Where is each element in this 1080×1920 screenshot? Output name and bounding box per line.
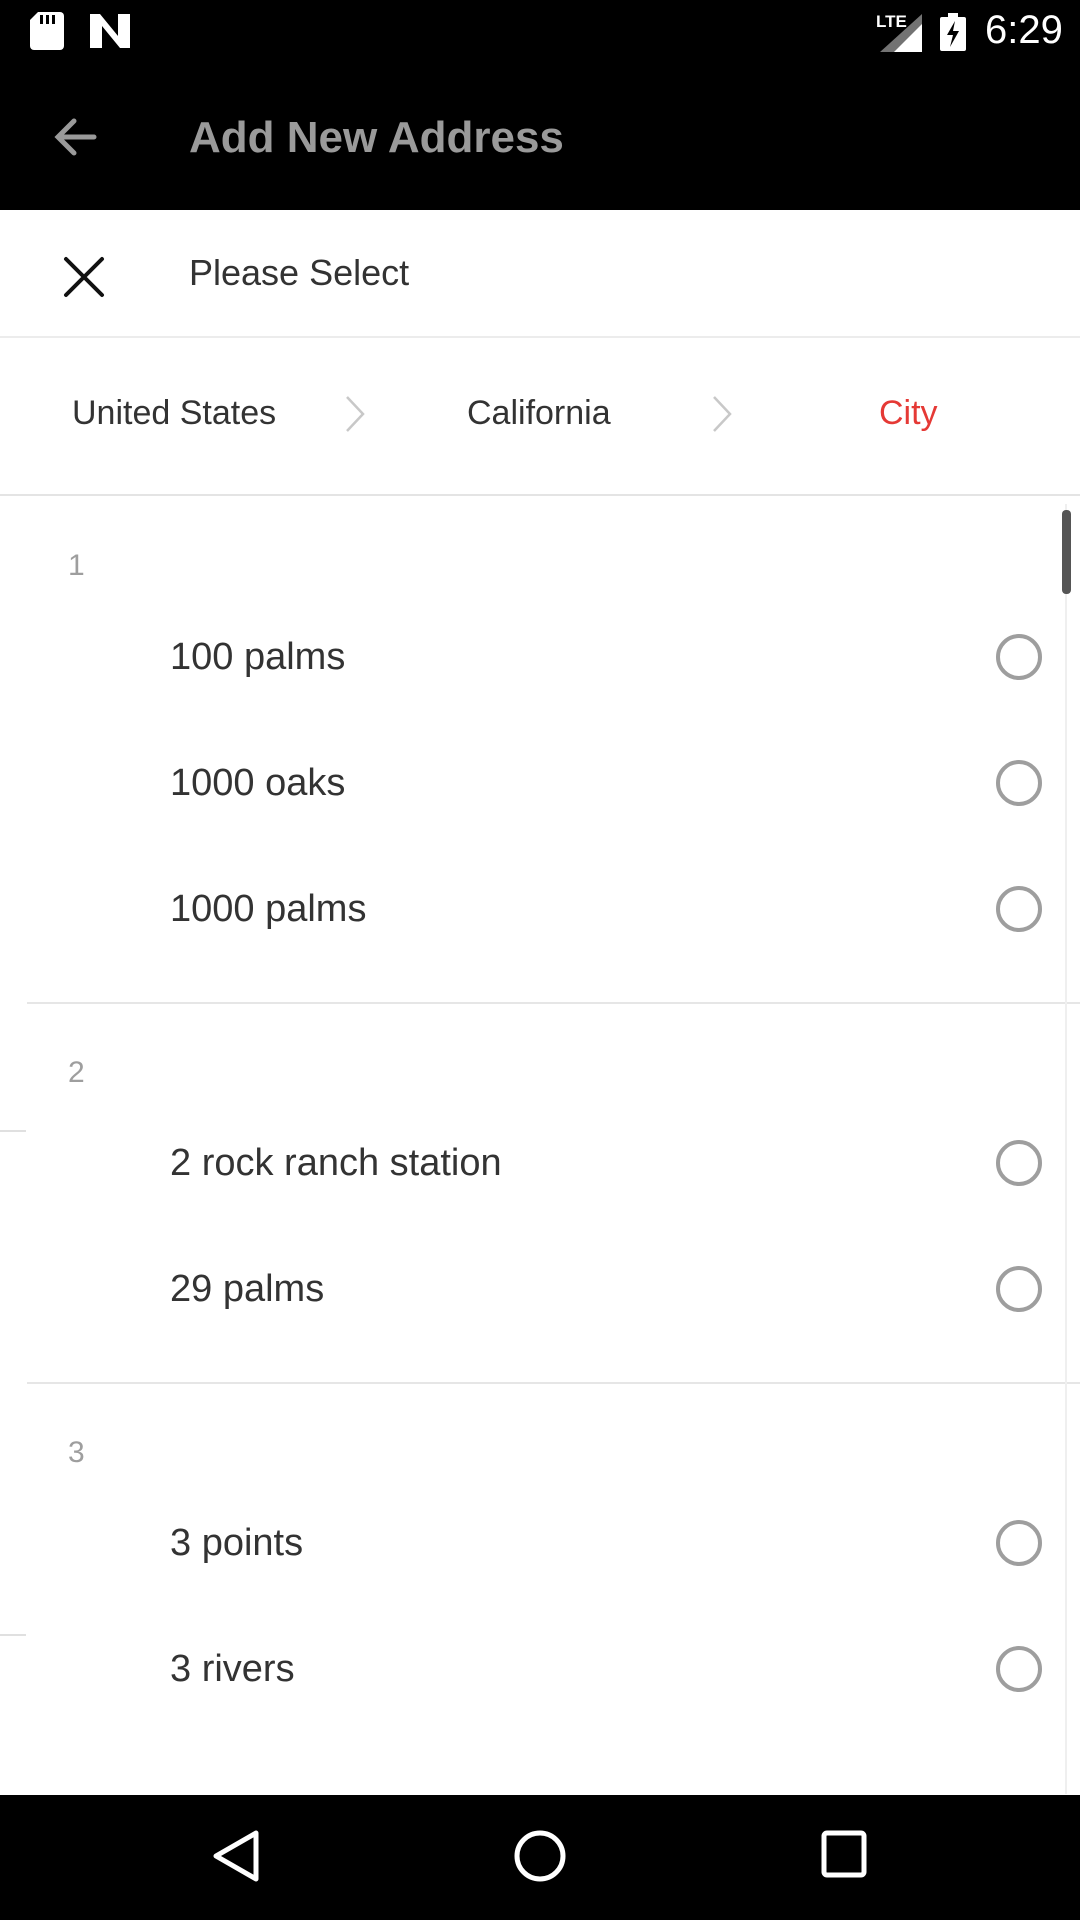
radio-button[interactable] <box>996 1140 1042 1186</box>
scrollbar-thumb[interactable] <box>1062 510 1071 594</box>
breadcrumb-city[interactable]: City <box>879 394 938 433</box>
sd-card-icon <box>30 12 64 50</box>
city-name: 3 rivers <box>170 1648 295 1690</box>
group-divider <box>27 1002 1080 1004</box>
list-item[interactable]: 100 palms <box>0 596 1060 722</box>
list-item[interactable]: 3 rivers <box>0 1608 1060 1734</box>
chevron-right-icon <box>346 396 365 432</box>
radio-button[interactable] <box>996 1520 1042 1566</box>
radio-button[interactable] <box>996 1646 1042 1692</box>
radio-button[interactable] <box>996 1266 1042 1312</box>
city-name: 3 points <box>170 1522 304 1564</box>
breadcrumb-state[interactable]: California <box>467 394 611 433</box>
city-name: 100 palms <box>170 636 346 678</box>
sheet-header: Please Select <box>0 210 1080 338</box>
radio-button[interactable] <box>996 760 1042 806</box>
list-item[interactable]: 2 rock ranch station <box>0 1102 1060 1228</box>
sheet-title: Please Select <box>189 252 410 293</box>
nav-recents-icon[interactable] <box>820 1829 868 1879</box>
clock: 6:29 <box>985 8 1063 52</box>
city-name: 1000 oaks <box>170 762 346 804</box>
nav-back-icon[interactable] <box>212 1829 260 1883</box>
network-type: LTE <box>876 12 907 31</box>
chevron-right-icon <box>713 396 732 432</box>
list-item[interactable]: 1000 palms <box>0 848 1060 974</box>
navigation-bar <box>0 1795 1080 1920</box>
scrollbar-track <box>1065 504 1067 1794</box>
back-arrow-icon[interactable] <box>48 109 104 165</box>
page-title: Add New Address <box>189 113 564 162</box>
list-item[interactable]: 29 palms <box>0 1228 1060 1354</box>
radio-button[interactable] <box>996 886 1042 932</box>
nav-home-icon[interactable] <box>513 1829 567 1883</box>
group-divider <box>27 1382 1080 1384</box>
region-selector-sheet: Please Select United States California C… <box>0 210 1080 1795</box>
list-item[interactable]: 1000 oaks <box>0 722 1060 848</box>
city-name: 29 palms <box>170 1268 325 1310</box>
breadcrumb: United States California City <box>0 338 1080 496</box>
city-name: 1000 palms <box>170 888 367 930</box>
list-item[interactable]: 3 points <box>0 1482 1060 1608</box>
city-name: 2 rock ranch station <box>170 1142 502 1184</box>
group-label: 3 <box>68 1436 85 1469</box>
battery-charging-icon <box>940 13 966 51</box>
close-icon[interactable] <box>60 253 108 301</box>
group-label: 1 <box>68 549 85 582</box>
breadcrumb-country[interactable]: United States <box>72 394 276 433</box>
city-list[interactable]: 1 100 palms 1000 oaks 1000 palms 2 2 roc… <box>0 496 1080 1795</box>
group-label: 2 <box>68 1056 85 1089</box>
status-bar: LTE 6:29 <box>0 0 1080 63</box>
radio-button[interactable] <box>996 634 1042 680</box>
n-logo-icon <box>90 14 130 48</box>
app-bar: Add New Address <box>0 63 1080 210</box>
